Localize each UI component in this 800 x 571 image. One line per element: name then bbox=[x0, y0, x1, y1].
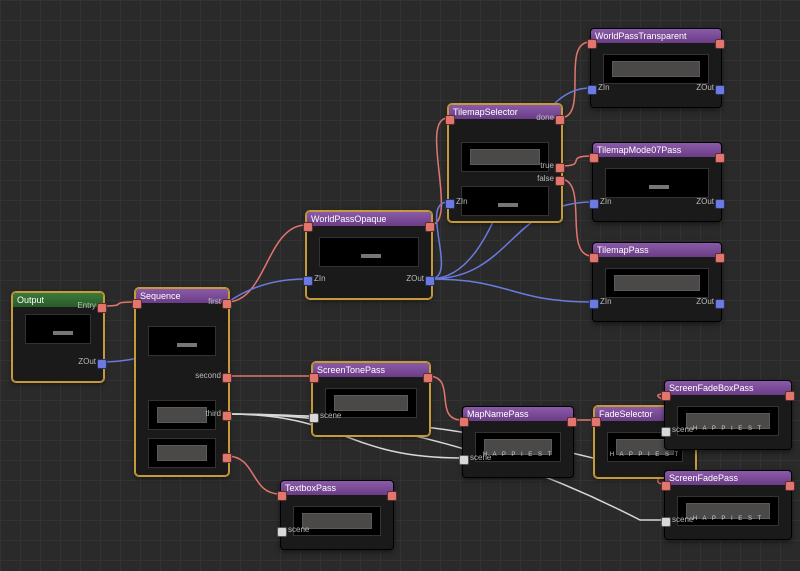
port-ZOut[interactable] bbox=[715, 199, 725, 209]
port-label: scene bbox=[672, 515, 693, 524]
port-exec[interactable] bbox=[423, 373, 433, 383]
port-exec[interactable] bbox=[459, 417, 469, 427]
node-textbox[interactable]: TextboxPass scene bbox=[280, 480, 394, 550]
node-mode07[interactable]: TilemapMode07Pass ZIn ZOut bbox=[592, 142, 722, 222]
port-ZIn[interactable] bbox=[589, 199, 599, 209]
node-title: WorldPassOpaque bbox=[307, 212, 431, 226]
port-exec[interactable] bbox=[589, 253, 599, 263]
node-screenTone[interactable]: ScreenTonePass scene bbox=[312, 362, 430, 436]
port-scene[interactable] bbox=[459, 455, 469, 465]
port-ZIn[interactable] bbox=[445, 199, 455, 209]
port-exec[interactable] bbox=[309, 373, 319, 383]
port-label: ZIn bbox=[456, 197, 468, 206]
node-title: ScreenFadeBoxPass bbox=[665, 381, 791, 395]
port-label: first bbox=[208, 297, 221, 306]
port-second[interactable] bbox=[222, 373, 232, 383]
port-exec[interactable] bbox=[303, 222, 313, 232]
port-label: ZIn bbox=[314, 274, 326, 283]
port-label: ZOut bbox=[696, 197, 714, 206]
port-label: ZOut bbox=[696, 83, 714, 92]
preview-thumbnail bbox=[605, 268, 709, 298]
port-ZOut[interactable] bbox=[97, 359, 107, 369]
port-exec[interactable] bbox=[715, 153, 725, 163]
preview-thumbnail bbox=[148, 326, 216, 356]
node-title: TextboxPass bbox=[281, 481, 393, 495]
port-exec[interactable] bbox=[591, 417, 601, 427]
node-title: TilemapMode07Pass bbox=[593, 143, 721, 157]
port-ZOut[interactable] bbox=[425, 276, 435, 286]
node-tilemapSel[interactable]: TilemapSelectordonetruefalseZIn bbox=[448, 104, 562, 222]
node-title: ScreenFadePass bbox=[665, 471, 791, 485]
preview-thumbnail bbox=[319, 237, 419, 267]
port-label: done bbox=[536, 113, 554, 122]
port-ZOut[interactable] bbox=[715, 85, 725, 95]
port-label: false bbox=[537, 174, 554, 183]
port-label: scene bbox=[470, 453, 491, 462]
port-ZIn[interactable] bbox=[587, 85, 597, 95]
port-label: ZIn bbox=[600, 197, 612, 206]
port-label: scene bbox=[288, 525, 309, 534]
port-exec[interactable] bbox=[445, 115, 455, 125]
node-title: WorldPassTransparent bbox=[591, 29, 721, 43]
node-mapName[interactable]: MapNamePassH A P P I E S Tscene bbox=[462, 406, 574, 478]
node-sequence[interactable]: Sequencefirstsecondthird bbox=[135, 288, 229, 476]
port-exec[interactable] bbox=[785, 391, 795, 401]
node-title: ScreenTonePass bbox=[313, 363, 429, 377]
port-done[interactable] bbox=[555, 115, 565, 125]
port-label: ZIn bbox=[600, 297, 612, 306]
port-scene[interactable] bbox=[277, 527, 287, 537]
port-ZOut[interactable] bbox=[715, 299, 725, 309]
port-ZIn[interactable] bbox=[303, 276, 313, 286]
port-exec[interactable] bbox=[661, 391, 671, 401]
port-exec[interactable] bbox=[425, 222, 435, 232]
node-worldOpaque[interactable]: WorldPassOpaque ZIn ZOut bbox=[306, 211, 432, 299]
port-Entry[interactable] bbox=[97, 303, 107, 313]
preview-thumbnail bbox=[25, 314, 91, 344]
node-fadePass[interactable]: ScreenFadePassH A P P I E S Tscene bbox=[664, 470, 792, 540]
port-label: scene bbox=[672, 425, 693, 434]
preview-thumbnail bbox=[603, 54, 709, 84]
node-output[interactable]: OutputEntryZOut bbox=[12, 292, 104, 382]
port-exec[interactable] bbox=[132, 299, 142, 309]
port-exec[interactable] bbox=[387, 491, 397, 501]
port-label: third bbox=[205, 409, 221, 418]
port-exec[interactable] bbox=[715, 253, 725, 263]
preview-thumbnail bbox=[148, 438, 216, 468]
port-label: ZOut bbox=[78, 357, 96, 366]
port-third[interactable] bbox=[222, 411, 232, 421]
port-exec[interactable] bbox=[785, 481, 795, 491]
node-fadeBox[interactable]: ScreenFadeBoxPassH A P P I E S Tscene bbox=[664, 380, 792, 450]
port-label: ZIn bbox=[598, 83, 610, 92]
node-title: TilemapPass bbox=[593, 243, 721, 257]
port-scene[interactable] bbox=[661, 427, 671, 437]
port-exec[interactable] bbox=[589, 153, 599, 163]
node-tilemapPass[interactable]: TilemapPass ZIn ZOut bbox=[592, 242, 722, 322]
port-exec[interactable] bbox=[715, 39, 725, 49]
preview-thumbnail bbox=[605, 168, 709, 198]
port-scene[interactable] bbox=[661, 517, 671, 527]
port-first[interactable] bbox=[222, 299, 232, 309]
port-scene[interactable] bbox=[309, 413, 319, 423]
node-worldTrans[interactable]: WorldPassTransparent ZIn ZOut bbox=[590, 28, 722, 108]
port-label: Entry bbox=[77, 301, 96, 310]
port-label: ZOut bbox=[406, 274, 424, 283]
port-exec[interactable] bbox=[222, 453, 232, 463]
port-label: true bbox=[540, 161, 554, 170]
preview-thumbnail bbox=[461, 186, 549, 216]
port-label: ZOut bbox=[696, 297, 714, 306]
port-exec[interactable] bbox=[587, 39, 597, 49]
port-true[interactable] bbox=[555, 163, 565, 173]
preview-thumbnail bbox=[461, 142, 549, 172]
port-exec[interactable] bbox=[567, 417, 577, 427]
port-exec[interactable] bbox=[277, 491, 287, 501]
port-false[interactable] bbox=[555, 176, 565, 186]
port-label: second bbox=[195, 371, 221, 380]
port-exec[interactable] bbox=[661, 481, 671, 491]
node-title: MapNamePass bbox=[463, 407, 573, 421]
port-label: scene bbox=[320, 411, 341, 420]
port-ZIn[interactable] bbox=[589, 299, 599, 309]
